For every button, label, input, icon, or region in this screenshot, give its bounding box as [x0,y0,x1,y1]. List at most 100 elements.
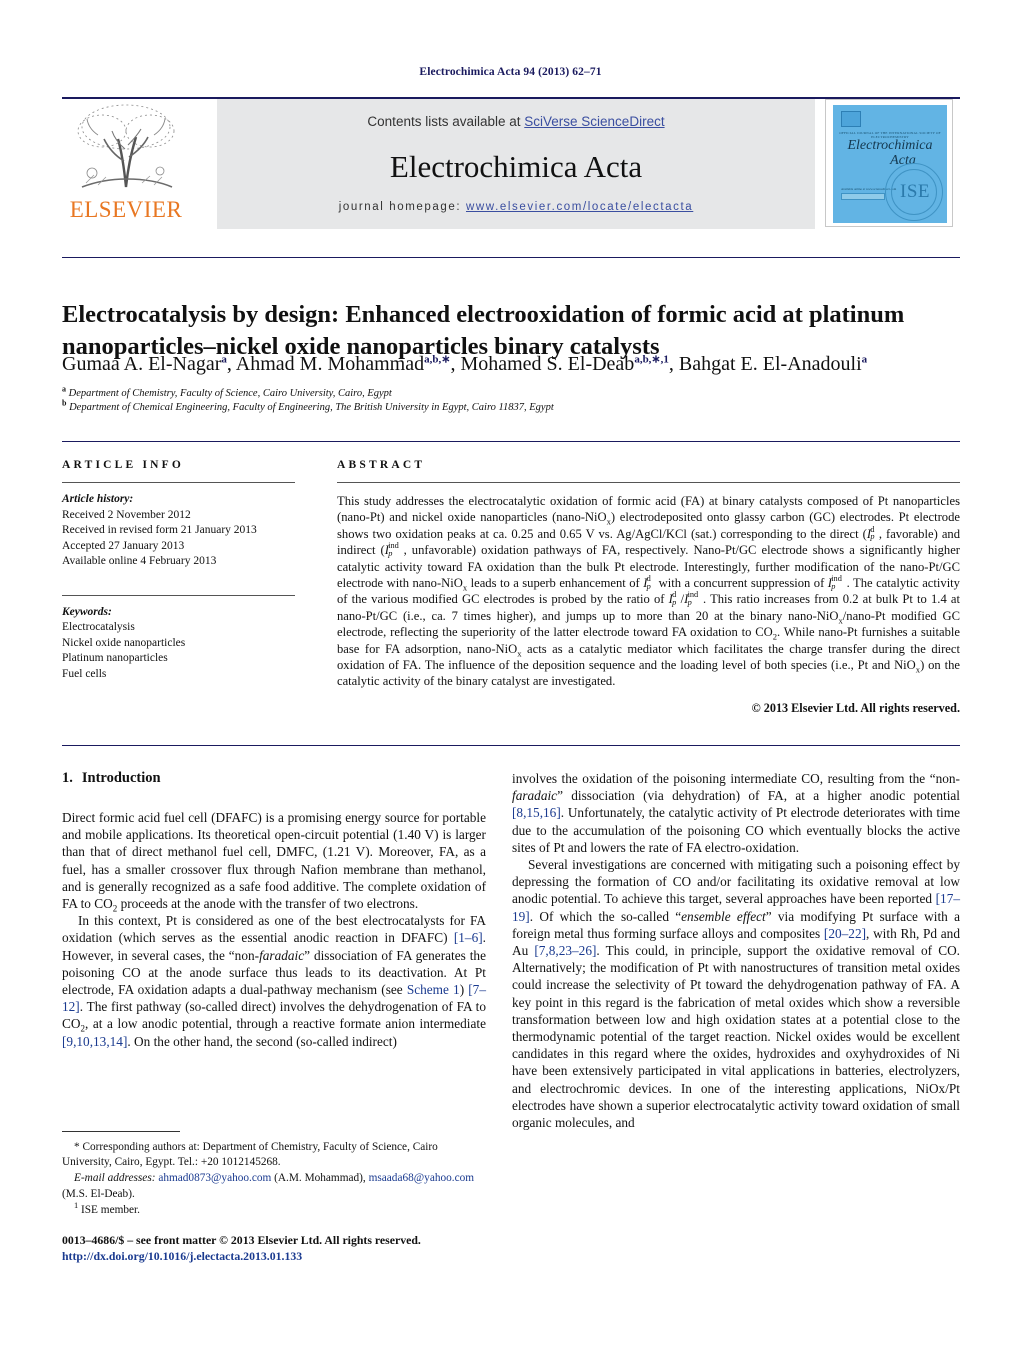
ise-seal-icon: ISE [885,163,943,221]
citation-link[interactable]: [20–22] [824,926,866,941]
emphasis: faradaic [512,788,558,804]
panel-bottom-rule [62,745,960,746]
history-item: Received 2 November 2012 [62,508,191,521]
paragraph: Direct formic acid fuel cell (DFAFC) is … [62,810,486,914]
citation-link[interactable]: [8,15,16] [512,805,561,820]
author-marks: a,b,∗ [424,353,451,366]
article-info-heading: ARTICLE INFO [62,459,185,471]
abstract-copyright: © 2013 Elsevier Ltd. All rights reserved… [751,700,960,715]
article-history-label: Article history: [62,493,134,505]
keyword-item: Platinum nanoparticles [62,652,168,664]
cover-elsevier-logo-icon [841,111,861,127]
keywords-label: Keywords: [62,605,112,618]
paragraph-seg: . Of which the so-called “ [529,908,682,924]
contents-lists-line: Contents lists available at SciVerse Sci… [217,114,815,129]
elsevier-logo: ELSEVIER [62,101,190,229]
author-marks: a [861,353,868,366]
email-link-eldeab[interactable]: msaada68@yahoo.com [369,1172,474,1184]
affiliation-mark: a [62,384,66,394]
ise-seal-label: ISE [900,181,930,202]
affiliation-text: Department of Chemistry, Faculty of Scie… [68,388,392,399]
cover-journal-title: Electrochimica Acta [833,138,947,168]
citation-link[interactable]: [7,8,23–26] [534,943,596,958]
author-name: Gumaa A. El-Nagar [62,353,222,375]
journal-cover-thumbnail: OFFICIAL JOURNAL OF THE INTERNATIONAL SO… [825,99,953,227]
paragraph-seg: ) [459,982,469,998]
paragraph-seg: . On the other hand, the second (so-call… [127,1033,397,1049]
cover-title-line2: Acta [890,153,916,168]
paragraph-seg: involves the oxidation of the poisoning … [512,771,960,786]
article-info-rule [62,482,295,483]
affiliation-list: a Department of Chemistry, Faculty of Sc… [62,384,960,415]
elsevier-wordmark: ELSEVIER [69,197,183,222]
keyword-item: Fuel cells [62,667,107,680]
paragraph-seg: , at a low anodic potential, through a r… [84,1016,486,1032]
doi-link[interactable]: http://dx.doi.org/10.1016/j.electacta.20… [62,1249,302,1263]
body-column-left: 1. Introduction Direct formic acid fuel c… [62,770,486,1050]
scheme-link[interactable]: Scheme 1 [407,982,460,997]
affiliation-item: a Department of Chemistry, Faculty of Sc… [62,384,960,401]
elsevier-tree-icon [68,101,184,197]
paragraph: In this context, Pt is considered as one… [62,913,486,1049]
paragraph-seg: proceeds at the anode with the transfer … [117,896,419,912]
abstract-seg: leads to a superb enhancement of [467,576,644,591]
running-head: Electrochimica Acta 94 (2013) 62–71 [419,66,602,78]
keywords-rule [62,594,295,596]
affiliation-mark: b [62,398,67,408]
citation-link[interactable]: [9,10,13,14] [62,1034,127,1049]
article-info-column: ARTICLE INFO Article history: Received 2… [62,459,295,682]
email-link-mohammad[interactable]: ahmad0873@yahoo.com [158,1172,271,1184]
author-marks: a [221,353,227,366]
paragraph-seg: . This could, in principle, support the … [512,943,961,1131]
title-divider [62,257,960,258]
keywords-block: Keywords: Electrocatalysis Nickel oxide … [62,605,295,683]
keyword-item: Nickel oxide nanoparticles [62,636,186,649]
author-name: Bahgat E. El-Anadouli [678,353,862,375]
ise-note-text: ISE member. [81,1203,140,1216]
journal-homepage-link[interactable]: www.elsevier.com/locate/electacta [466,201,693,213]
cover-title-line1: Electrochimica [847,138,933,153]
author-marks: a,b,∗,1 [634,353,669,366]
section-heading-introduction: 1. Introduction [62,770,486,787]
paragraph: Several investigations are concerned wit… [512,856,960,1131]
paragraph-seg: Several investigations are concerned wit… [512,857,960,907]
journal-title: Electrochimica Acta [389,149,643,184]
abstract-column: ABSTRACT This study addresses the electr… [337,459,960,716]
cover-artwork: OFFICIAL JOURNAL OF THE INTERNATIONAL SO… [833,105,947,223]
corresponding-author-note: * Corresponding authors at: Department o… [62,1141,438,1169]
homepage-label: journal homepage: [338,201,462,213]
section-number: 1. [62,770,73,786]
abstract-text: This study addresses the electrocatalyti… [337,494,960,689]
abstract-seg: with a concurrent suppression of [655,576,828,591]
history-item: Received in revised form 21 January 2013 [62,524,257,536]
history-item: Available online 4 February 2013 [62,555,217,567]
imprint-block: 0013–4686/$ – see front matter © 2013 El… [62,1232,582,1264]
email-label: E-mail addresses: [74,1172,156,1185]
email-owner: (M.S. El-Deab). [62,1187,135,1200]
author-name: Mohamed S. El-Deab [460,353,635,375]
email-owner: (A.M. Mohammad), [274,1172,366,1185]
ise-note-mark: 1 [74,1201,79,1211]
affiliation-text: Department of Chemical Engineering, Facu… [69,402,554,413]
paragraph-seg: . Unfortunately, the catalytic activity … [512,805,960,855]
affiliation-item: b Department of Chemical Engineering, Fa… [62,398,960,415]
paragraph-seg: ” dissociation (via dehydration) of FA, … [557,788,960,804]
panel-top-rule [62,441,960,442]
paragraph: involves the oxidation of the poisoning … [512,770,960,856]
abstract-heading: ABSTRACT [337,459,426,471]
citation-link[interactable]: [1–6] [454,930,483,945]
sciencedirect-link[interactable]: SciVerse ScienceDirect [524,114,664,129]
emphasis: ensemble effect [681,908,766,924]
section-title: Introduction [81,770,161,786]
emphasis: faradaic [259,947,305,963]
footnote-block: * Corresponding authors at: Department o… [62,1140,486,1219]
author-name: Ahmad M. Mohammad [235,353,425,375]
journal-article-page: Electrochimica Acta 94 (2013) 62–71 ELSE… [0,0,1021,1351]
journal-homepage-line: journal homepage: www.elsevier.com/locat… [217,201,815,213]
history-item: Accepted 27 January 2013 [62,539,185,552]
cover-sciencedirect-badge [841,193,885,200]
email-note: E-mail addresses: ahmad0873@yahoo.com (A… [62,1171,486,1201]
keyword-item: Electrocatalysis [62,621,135,633]
body-column-right: involves the oxidation of the poisoning … [512,770,960,1131]
